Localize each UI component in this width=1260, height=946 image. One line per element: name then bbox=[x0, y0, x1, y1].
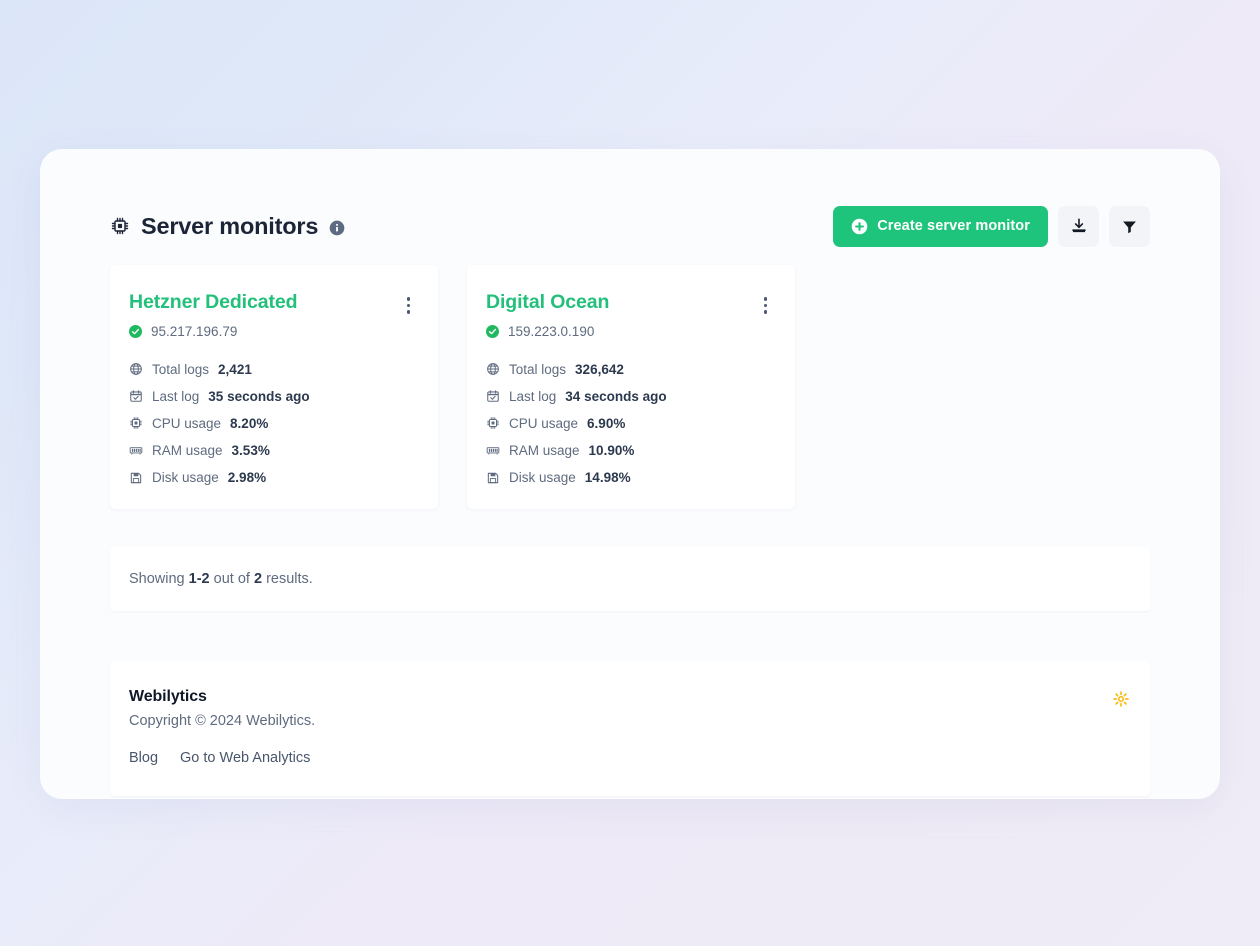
stat-disk-usage: Disk usage 2.98% bbox=[129, 468, 416, 488]
create-server-monitor-button[interactable]: Create server monitor bbox=[833, 205, 1048, 247]
stat-total-logs: Total logs 326,642 bbox=[486, 360, 773, 380]
stat-label: Last log bbox=[152, 388, 200, 404]
results-suffix: results. bbox=[262, 571, 313, 588]
header-actions: Create server monitor bbox=[833, 205, 1150, 247]
monitor-ip-row: 95.217.196.79 bbox=[129, 324, 416, 339]
monitor-card[interactable]: Digital Ocean 159.223.0.190 Total logs 3… bbox=[467, 265, 795, 510]
memory-ram-icon bbox=[129, 443, 143, 457]
app-container: Server monitors Create server monitor He… bbox=[40, 149, 1220, 799]
monitor-cards-grid: Hetzner Dedicated 95.217.196.79 Total lo… bbox=[110, 265, 1150, 510]
calendar-check-icon bbox=[129, 389, 143, 403]
monitor-name[interactable]: Hetzner Dedicated bbox=[129, 291, 298, 313]
hard-disk-icon bbox=[486, 471, 500, 485]
page-title: Server monitors bbox=[141, 212, 319, 239]
stat-label: Total logs bbox=[509, 361, 567, 377]
kebab-menu-icon[interactable] bbox=[758, 295, 774, 316]
page-header: Server monitors Create server monitor bbox=[110, 193, 1150, 259]
stat-value: 34 seconds ago bbox=[565, 388, 667, 404]
stat-last-log: Last log 34 seconds ago bbox=[486, 387, 773, 407]
app-content: Server monitors Create server monitor He… bbox=[110, 149, 1150, 799]
footer-link-blog[interactable]: Blog bbox=[129, 750, 158, 766]
monitor-name[interactable]: Digital Ocean bbox=[486, 291, 609, 313]
cpu-chip-icon bbox=[486, 416, 500, 430]
monitor-card-header: Hetzner Dedicated bbox=[129, 291, 416, 316]
stat-value: 2,421 bbox=[218, 361, 252, 377]
stat-label: Total logs bbox=[152, 361, 210, 377]
globe-icon bbox=[486, 362, 500, 376]
stat-value: 14.98% bbox=[584, 469, 631, 485]
stat-value: 6.90% bbox=[587, 415, 626, 431]
monitor-stats: Total logs 326,642 Last log 34 seconds a… bbox=[486, 360, 773, 488]
check-circle-icon bbox=[486, 324, 499, 338]
hard-disk-icon bbox=[129, 471, 143, 485]
results-total: 2 bbox=[253, 571, 263, 588]
stat-ram-usage: RAM usage 10.90% bbox=[486, 441, 773, 461]
stat-cpu-usage: CPU usage 8.20% bbox=[129, 414, 416, 434]
stat-total-logs: Total logs 2,421 bbox=[129, 360, 416, 380]
results-prefix: Showing bbox=[129, 571, 189, 588]
plus-circle-icon bbox=[851, 218, 868, 235]
kebab-menu-icon[interactable] bbox=[401, 295, 417, 316]
check-circle-icon bbox=[129, 324, 142, 338]
info-circle-icon[interactable] bbox=[329, 217, 345, 236]
memory-ram-icon bbox=[486, 443, 500, 457]
title-block: Server monitors bbox=[110, 213, 345, 240]
monitor-card[interactable]: Hetzner Dedicated 95.217.196.79 Total lo… bbox=[110, 265, 438, 510]
footer-links: Blog Go to Web Analytics bbox=[129, 750, 315, 766]
footer-link-web-analytics[interactable]: Go to Web Analytics bbox=[180, 750, 310, 766]
stat-value: 326,642 bbox=[575, 361, 624, 377]
footer-brand: Webilytics bbox=[129, 688, 207, 706]
stat-last-log: Last log 35 seconds ago bbox=[129, 387, 416, 407]
stat-value: 3.53% bbox=[231, 442, 270, 458]
stat-value: 8.20% bbox=[230, 415, 269, 431]
create-server-monitor-label: Create server monitor bbox=[877, 218, 1030, 234]
calendar-check-icon bbox=[486, 389, 500, 403]
stat-value: 2.98% bbox=[227, 469, 267, 485]
stat-disk-usage: Disk usage 14.98% bbox=[486, 468, 773, 488]
stat-label: Disk usage bbox=[509, 469, 576, 485]
export-download-button[interactable] bbox=[1058, 205, 1099, 247]
globe-icon bbox=[129, 362, 143, 376]
results-summary: Showing 1-2 out of 2 results. bbox=[129, 571, 313, 587]
monitor-card-header: Digital Ocean bbox=[486, 291, 773, 316]
stat-label: Disk usage bbox=[152, 469, 219, 485]
results-panel: Showing 1-2 out of 2 results. bbox=[110, 547, 1150, 612]
sun-icon bbox=[1113, 691, 1129, 708]
stat-label: RAM usage bbox=[509, 442, 580, 458]
stat-cpu-usage: CPU usage 6.90% bbox=[486, 414, 773, 434]
theme-toggle-button[interactable] bbox=[1111, 689, 1131, 709]
cpu-chip-icon bbox=[110, 216, 130, 236]
footer-left: Webilytics Copyright © 2024 Webilytics. … bbox=[129, 688, 315, 766]
download-icon bbox=[1070, 217, 1088, 235]
stat-label: RAM usage bbox=[152, 442, 223, 458]
monitor-ip: 95.217.196.79 bbox=[151, 323, 238, 339]
stat-label: CPU usage bbox=[509, 415, 579, 431]
stat-ram-usage: RAM usage 3.53% bbox=[129, 441, 416, 461]
monitor-ip-row: 159.223.0.190 bbox=[486, 324, 773, 339]
page-footer: Webilytics Copyright © 2024 Webilytics. … bbox=[110, 661, 1150, 797]
stat-label: CPU usage bbox=[152, 415, 222, 431]
results-range: 1-2 bbox=[188, 571, 210, 588]
monitor-ip: 159.223.0.190 bbox=[508, 323, 595, 339]
filter-button[interactable] bbox=[1109, 205, 1150, 247]
stat-value: 10.90% bbox=[588, 442, 635, 458]
results-middle: out of bbox=[209, 571, 254, 588]
funnel-filter-icon bbox=[1121, 218, 1138, 235]
stat-label: Last log bbox=[509, 388, 557, 404]
stat-value: 35 seconds ago bbox=[208, 388, 310, 404]
footer-copyright: Copyright © 2024 Webilytics. bbox=[129, 713, 316, 730]
cpu-chip-icon bbox=[129, 416, 143, 430]
monitor-stats: Total logs 2,421 Last log 35 seconds ago… bbox=[129, 360, 416, 488]
